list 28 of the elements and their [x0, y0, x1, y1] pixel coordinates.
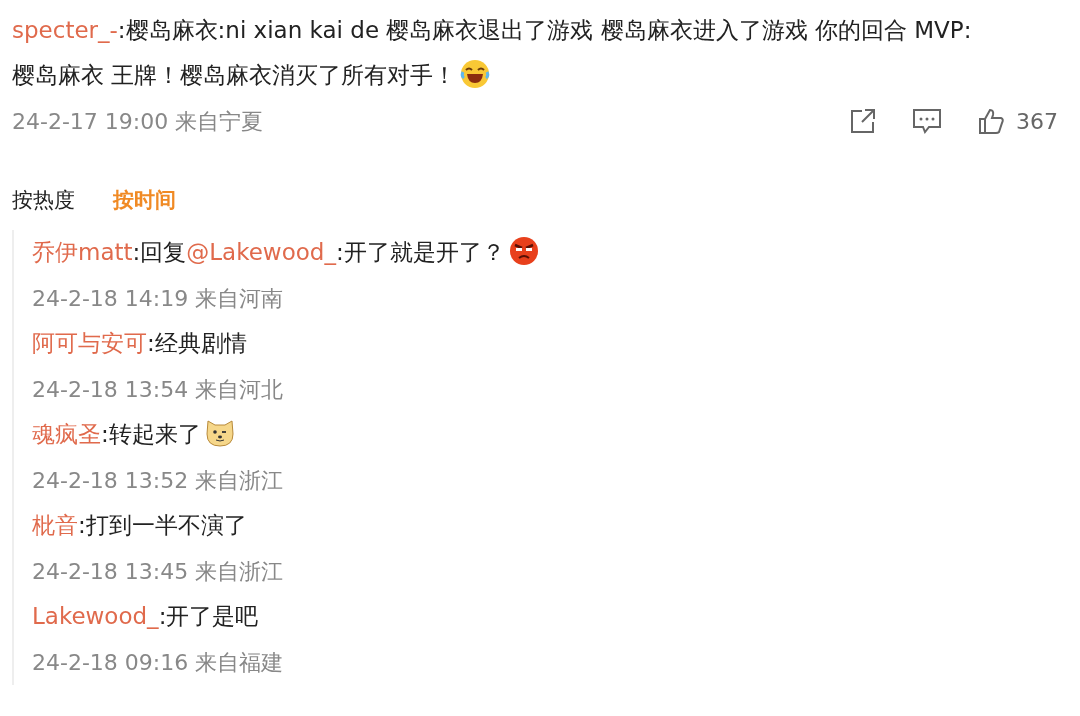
reply-text: 阿可与安可:经典剧情 [32, 329, 248, 358]
sort-tab[interactable]: 按热度 [12, 186, 75, 214]
author-link[interactable]: 乔伊matt [32, 239, 133, 265]
like-button[interactable]: 367 [976, 107, 1058, 135]
share-icon[interactable] [848, 107, 878, 135]
author-link[interactable]: specter_- [12, 17, 118, 43]
reply-time: 24-2-18 09:16 来自福建 [32, 648, 285, 677]
dog-emoji-icon [204, 418, 235, 448]
reply-time: 24-2-18 13:52 来自浙江 [32, 466, 285, 495]
angry-emoji-icon [508, 236, 539, 266]
reply-text: 魂疯圣:转起来了 [32, 412, 1080, 458]
thumbs-up-icon [976, 107, 1006, 135]
reply-time: 24-2-18 13:54 来自河北 [32, 375, 285, 404]
reply-time: 24-2-18 14:19 来自河南 [32, 284, 285, 313]
author-link[interactable]: 阿可与安可 [32, 330, 147, 356]
comment-time: 24-2-17 19:00 来自宁夏 [12, 107, 264, 136]
comment-text: specter_-:樱岛麻衣:ni xian kai de 樱岛麻衣退出了游戏 樱岛麻衣进入了游戏 你的回合 MVP:樱岛麻衣 王牌！樱岛麻衣消灭了所有对手！ [12, 16, 973, 91]
reply-text: 乔伊matt:回复@Lakewood_:开了就是开了？ [32, 230, 1080, 276]
author-link[interactable]: 魂疯圣 [32, 421, 101, 447]
reply-text: Lakewood_:开了是吧 [32, 602, 260, 631]
reply-text: 枇音:打到一半不演了 [32, 511, 248, 540]
comment-icon[interactable] [912, 107, 942, 135]
laughing-emoji-icon [460, 59, 491, 89]
author-link[interactable]: Lakewood_ [32, 603, 159, 629]
sort-tab[interactable]: 按时间 [113, 186, 176, 214]
author-link[interactable]: 枇音 [32, 512, 78, 538]
mention-link[interactable]: @Lakewood_ [186, 239, 336, 265]
reply-time: 24-2-18 13:45 来自浙江 [32, 557, 285, 586]
